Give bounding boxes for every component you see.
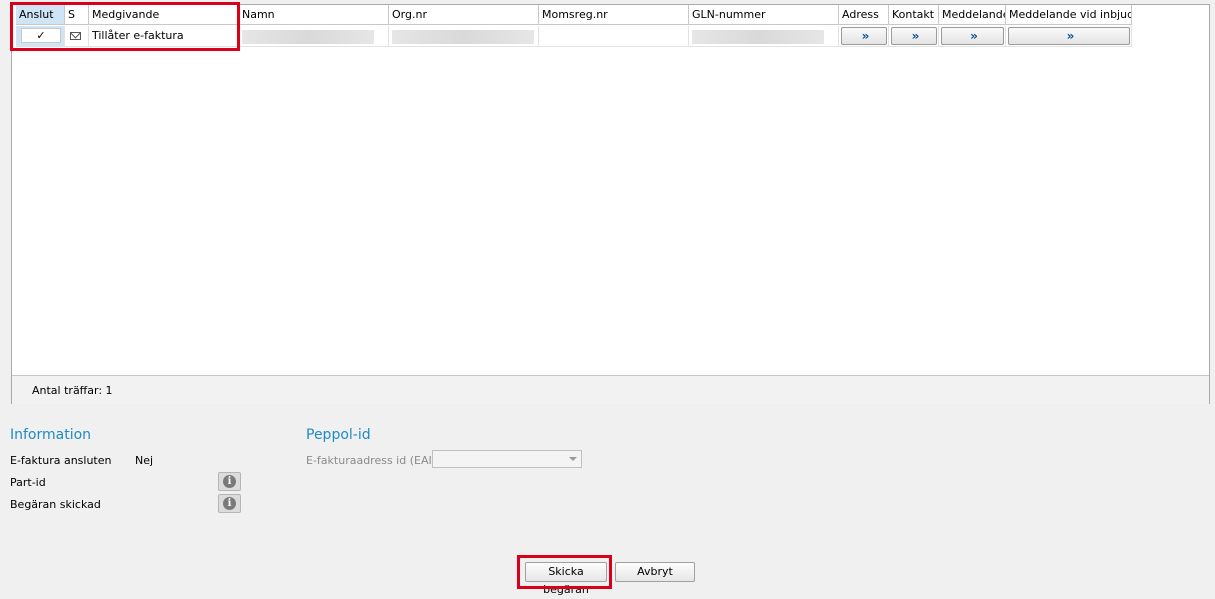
partid-info-button[interactable]: i	[218, 472, 241, 491]
column-header-orgnr[interactable]: Org.nr	[389, 5, 539, 25]
kontakt-cell: »	[889, 26, 939, 47]
meddelande-vid-inbjudan-cell: »	[1006, 26, 1132, 47]
eaid-select[interactable]	[432, 450, 582, 468]
column-header-meddelande[interactable]: Meddelande	[939, 5, 1006, 25]
meddelande-vid-inbjudan-button[interactable]: »	[1008, 27, 1130, 45]
partid-label: Part-id	[10, 476, 46, 489]
ansluten-label: E-faktura ansluten	[10, 454, 112, 467]
redacted-namn	[242, 30, 374, 44]
column-header-namn[interactable]: Namn	[239, 5, 389, 25]
redacted-gln	[692, 30, 824, 44]
namn-cell	[239, 26, 389, 47]
highlight-box-anslut	[10, 2, 240, 51]
kontakt-button[interactable]: »	[891, 27, 937, 45]
column-header-adress[interactable]: Adress	[839, 5, 889, 25]
peppol-title: Peppol-id	[306, 427, 371, 443]
gln-cell	[689, 26, 839, 47]
column-header-momsregnr[interactable]: Momsreg.nr	[539, 5, 689, 25]
column-header-gln[interactable]: GLN-nummer	[689, 5, 839, 25]
column-header-meddelande-vid-inbjudan[interactable]: Meddelande vid inbjudan	[1006, 5, 1132, 25]
info-icon: i	[223, 475, 236, 488]
information-title: Information	[10, 427, 92, 443]
info-icon: i	[223, 497, 236, 510]
hit-count: Antal träffar: 1	[32, 384, 113, 397]
cancel-button[interactable]: Avbryt	[615, 562, 695, 582]
grid-footer: Antal träffar: 1	[12, 375, 1209, 404]
ansluten-value: Nej	[135, 454, 154, 467]
meddelande-cell: »	[939, 26, 1006, 47]
chevron-down-icon	[569, 457, 577, 461]
column-header-kontakt[interactable]: Kontakt	[889, 5, 939, 25]
highlight-box-send	[517, 555, 612, 589]
adress-button[interactable]: »	[841, 27, 887, 45]
results-grid: Anslut S Medgivande Namn Org.nr Momsreg.…	[11, 4, 1210, 404]
begaran-info-button[interactable]: i	[218, 494, 241, 513]
meddelande-button[interactable]: »	[941, 27, 1004, 45]
orgnr-cell	[389, 26, 539, 47]
eaid-label: E-fakturaadress id (EAID)	[306, 454, 445, 467]
momsregnr-cell	[539, 26, 689, 47]
adress-cell: »	[839, 26, 889, 47]
redacted-orgnr	[392, 30, 534, 44]
begaran-label: Begäran skickad	[10, 498, 101, 511]
